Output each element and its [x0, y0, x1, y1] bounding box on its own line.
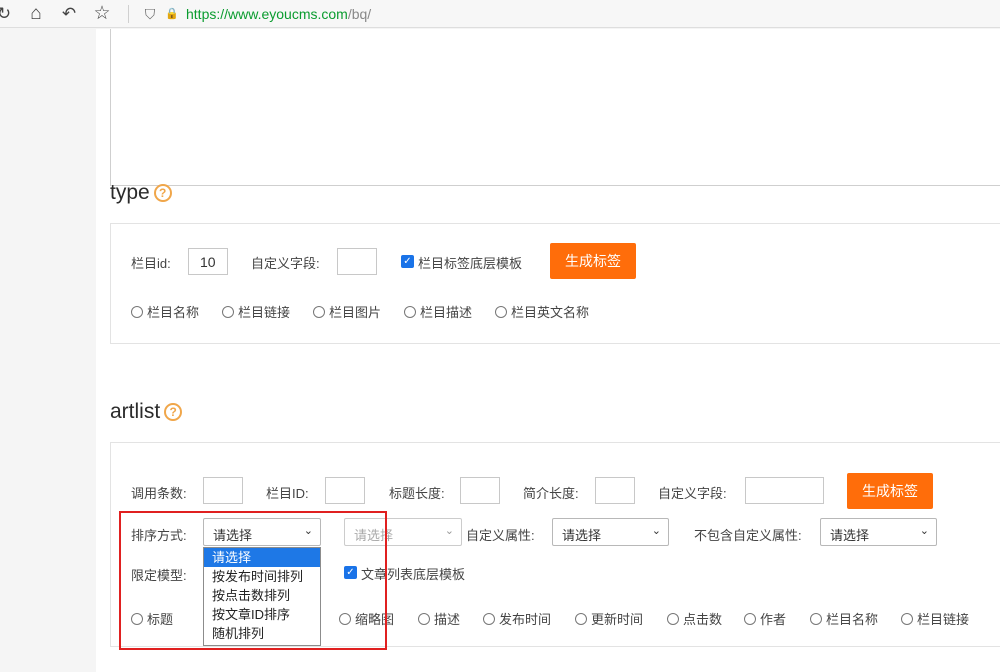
- generate-tag-button[interactable]: 生成标签: [550, 243, 636, 279]
- address-bar-url[interactable]: https://www.eyoucms.com/bq/: [186, 5, 371, 23]
- artlist-cat-id-label: 栏目ID:: [266, 486, 309, 501]
- chevron-down-icon: ⌄: [651, 525, 661, 537]
- count-label: 调用条数:: [131, 486, 187, 501]
- custom-field-label: 自定义字段:: [251, 256, 320, 271]
- help-icon[interactable]: ?: [164, 403, 183, 421]
- dropdown-option[interactable]: 随机排列: [204, 624, 320, 643]
- radio-option[interactable]: 标题: [131, 609, 173, 628]
- star-icon[interactable]: ☆: [92, 4, 112, 24]
- browser-toolbar: ↻ ⌂ ↶ ☆ ⛉ 🔒 https://www.eyoucms.com/bq/: [0, 0, 1000, 28]
- radio-option[interactable]: 描述: [418, 609, 460, 628]
- reload-icon[interactable]: ↻: [0, 4, 14, 24]
- chevron-down-icon: ⌄: [919, 525, 929, 537]
- exclude-attr-label: 不包含自定义属性:: [694, 528, 802, 543]
- artlist-template-checkbox-label: 文章列表底层模板: [361, 567, 466, 582]
- radio-option[interactable]: 栏目名称: [131, 302, 199, 321]
- intro-length-label: 简介长度:: [523, 486, 579, 501]
- cat-id-input[interactable]: 10: [188, 248, 228, 275]
- radio-option[interactable]: 点击数: [667, 609, 722, 628]
- radio-option[interactable]: 栏目链接: [222, 302, 290, 321]
- artlist-custom-field-input[interactable]: [745, 477, 824, 504]
- sort-select[interactable]: 请选择 ⌄: [203, 518, 321, 546]
- type-settings-panel: 栏目id: 10 自定义字段: ✓ 栏目标签底层模板 生成标签 栏目名称 栏目链…: [110, 223, 1000, 344]
- custom-attr-label: 自定义属性:: [466, 528, 535, 543]
- template-checkbox[interactable]: ✓: [401, 255, 414, 268]
- shield-icon[interactable]: ⛉: [140, 4, 160, 24]
- chevron-down-icon: ⌄: [444, 525, 454, 537]
- radio-option[interactable]: 栏目名称: [810, 609, 878, 628]
- radio-option[interactable]: 作者: [744, 609, 786, 628]
- artlist-section-title: artlist?: [110, 400, 183, 424]
- template-checkbox-label: 栏目标签底层模板: [418, 256, 523, 271]
- type-section-title: type?: [110, 181, 172, 205]
- radio-option[interactable]: 栏目链接: [901, 609, 969, 628]
- artlist-generate-tag-button[interactable]: 生成标签: [847, 473, 933, 509]
- title-length-input[interactable]: [460, 477, 500, 504]
- help-icon[interactable]: ?: [153, 184, 172, 202]
- sort-dropdown-list: 请选择 按发布时间排列 按点击数排列 按文章ID排序 随机排列: [203, 547, 321, 646]
- count-input[interactable]: [203, 477, 243, 504]
- home-icon[interactable]: ⌂: [26, 4, 46, 24]
- radio-option[interactable]: 栏目描述: [404, 302, 472, 321]
- intro-length-input[interactable]: [595, 477, 635, 504]
- lock-icon: 🔒: [165, 8, 179, 20]
- artlist-template-checkbox[interactable]: ✓: [344, 566, 357, 579]
- artlist-custom-field-label: 自定义字段:: [658, 486, 727, 501]
- artlist-cat-id-input[interactable]: [325, 477, 365, 504]
- code-output-textarea[interactable]: [110, 29, 1000, 186]
- radio-option[interactable]: 缩略图: [339, 609, 394, 628]
- type-title-text: type: [110, 181, 150, 204]
- model-label: 限定模型:: [131, 568, 187, 583]
- custom-field-input[interactable]: [337, 248, 377, 275]
- exclude-attr-select[interactable]: 请选择 ⌄: [820, 518, 937, 546]
- secondary-select[interactable]: 请选择 ⌄: [344, 518, 462, 546]
- dropdown-option[interactable]: 按点击数排列: [204, 586, 320, 605]
- sort-label: 排序方式:: [131, 528, 187, 543]
- radio-option[interactable]: 更新时间: [575, 609, 643, 628]
- custom-attr-select[interactable]: 请选择 ⌄: [552, 518, 669, 546]
- cat-id-label: 栏目id:: [131, 256, 171, 271]
- toolbar-divider: [128, 5, 129, 23]
- url-host: https://www.eyoucms.com: [186, 6, 348, 22]
- radio-option[interactable]: 发布时间: [483, 609, 551, 628]
- radio-option[interactable]: 栏目英文名称: [495, 302, 589, 321]
- back-icon[interactable]: ↶: [59, 4, 79, 24]
- dropdown-option[interactable]: 按文章ID排序: [204, 605, 320, 624]
- chevron-down-icon: ⌄: [303, 525, 313, 537]
- dropdown-option[interactable]: 按发布时间排列: [204, 567, 320, 586]
- artlist-title-text: artlist: [110, 400, 161, 423]
- dropdown-option[interactable]: 请选择: [204, 548, 320, 567]
- title-length-label: 标题长度:: [389, 486, 445, 501]
- radio-option[interactable]: 栏目图片: [313, 302, 381, 321]
- url-path: /bq/: [347, 6, 372, 22]
